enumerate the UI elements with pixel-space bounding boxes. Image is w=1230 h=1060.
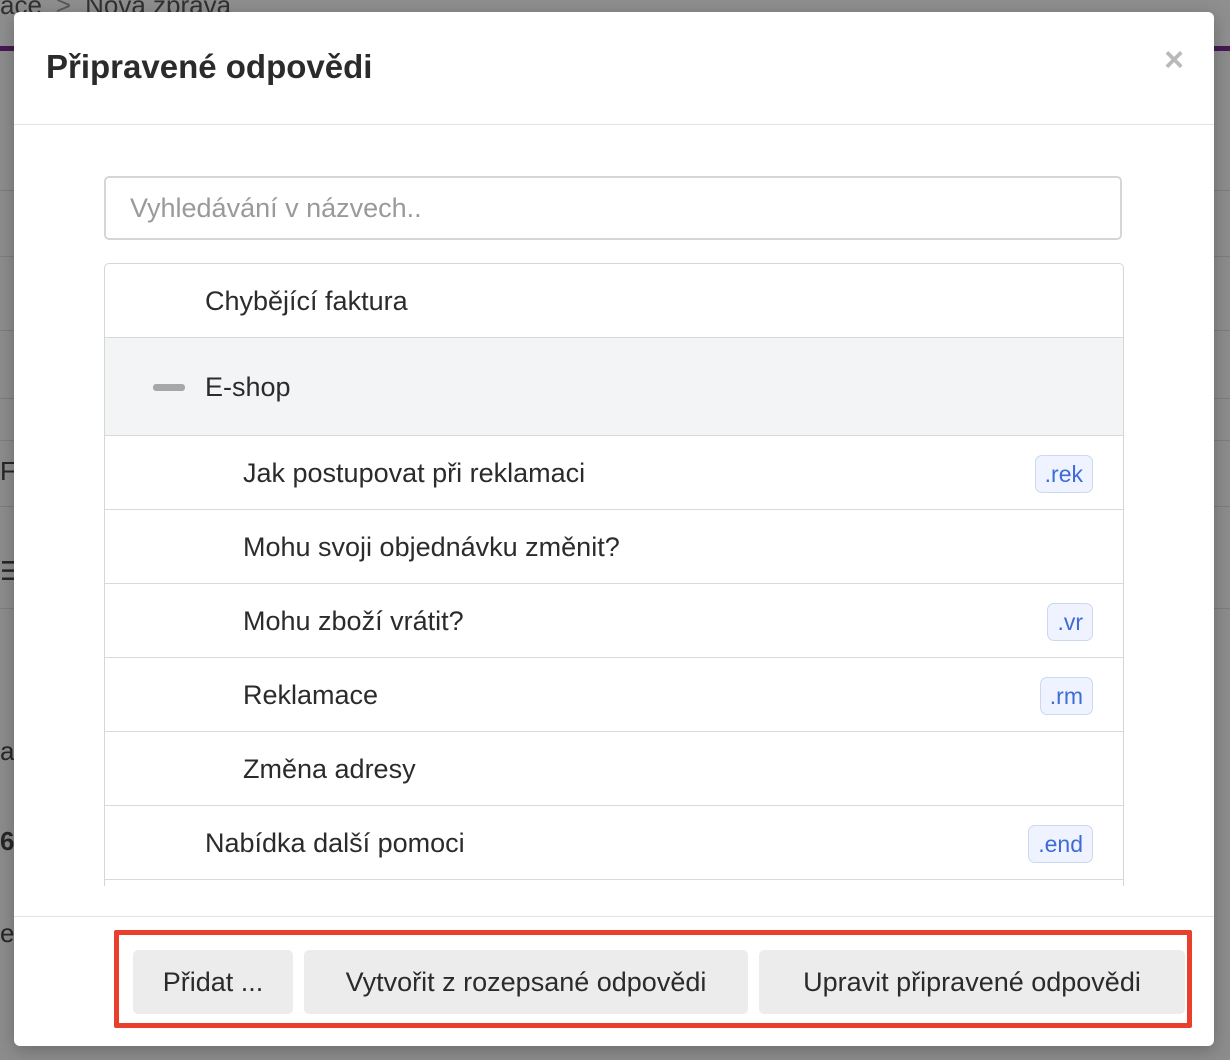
- list-item[interactable]: Reklamace .rm: [105, 658, 1123, 732]
- group-eshop[interactable]: E-shop: [105, 338, 1123, 436]
- prepared-replies-dialog: Připravené odpovědi × Chybějící faktura …: [14, 12, 1214, 1046]
- list-item[interactable]: Nabídka další pomoci .end: [105, 806, 1123, 880]
- list-item-label: Mohu zboží vrátit?: [243, 606, 464, 636]
- list-item[interactable]: Změna adresy: [105, 732, 1123, 806]
- add-button[interactable]: Přidat ...: [133, 950, 293, 1014]
- search-input[interactable]: [104, 176, 1122, 240]
- list-item[interactable]: Mohu svoji objednávku změnit?: [105, 510, 1123, 584]
- collapse-minus-icon[interactable]: [153, 384, 185, 391]
- list-item-label: Změna adresy: [243, 754, 416, 784]
- list-item-label: Nabídka další pomoci: [205, 828, 465, 858]
- list-item-label: Jak postupovat při reklamaci: [243, 458, 586, 488]
- list-item[interactable]: Jak postupovat při reklamaci .rek: [105, 436, 1123, 510]
- create-from-draft-button[interactable]: Vytvořit z rozepsané odpovědi: [304, 950, 748, 1014]
- list-item-label: Reklamace: [243, 680, 379, 710]
- close-icon[interactable]: ×: [1156, 40, 1192, 80]
- list-item-label: Chybějící faktura: [205, 286, 408, 316]
- list-item[interactable]: Chybějící faktura: [105, 264, 1123, 338]
- shortcut-badge: .rm: [1039, 677, 1093, 715]
- reply-list: Chybějící faktura E-shop Jak postupovat …: [104, 263, 1124, 886]
- list-item[interactable]: Mohu zboží vrátit? .vr: [105, 584, 1123, 658]
- group-label: E-shop: [205, 372, 291, 402]
- dialog-header: Připravené odpovědi ×: [14, 12, 1214, 125]
- list-item-label: Mohu svoji objednávku změnit?: [243, 532, 620, 562]
- shortcut-badge: .rek: [1034, 455, 1093, 493]
- shortcut-badge: .end: [1028, 825, 1093, 863]
- dialog-title: Připravené odpovědi: [46, 48, 373, 85]
- shortcut-badge: .vr: [1047, 603, 1093, 641]
- edit-replies-button[interactable]: Upravit připravené odpovědi: [759, 950, 1185, 1014]
